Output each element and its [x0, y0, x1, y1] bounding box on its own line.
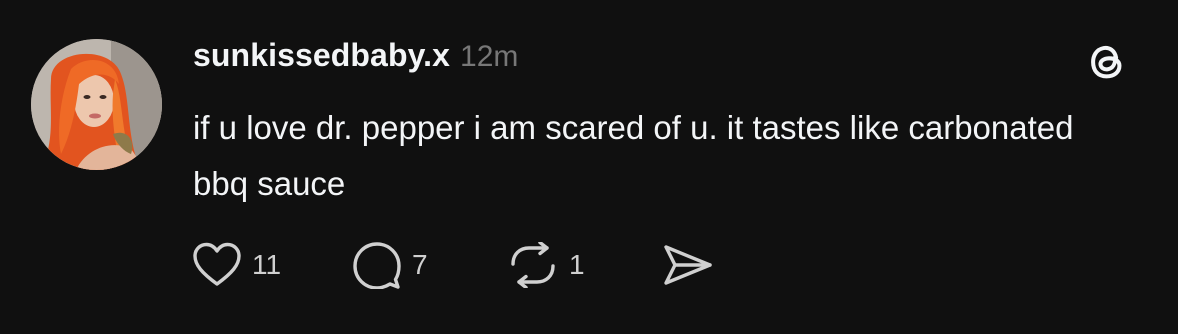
heart-icon: [192, 242, 242, 288]
post-text: if u love dr. pepper i am scared of u. i…: [193, 109, 1074, 202]
share-button[interactable]: [662, 243, 714, 287]
like-button[interactable]: 11: [192, 242, 352, 288]
send-icon: [662, 243, 714, 287]
avatar-image: [31, 39, 162, 170]
reply-button[interactable]: 7: [352, 241, 507, 289]
action-bar: 11 7 1: [192, 240, 714, 290]
thread-post: sunkissedbaby.x 12m if u love dr. pepper…: [0, 0, 1178, 334]
post-header: sunkissedbaby.x 12m: [193, 37, 518, 81]
repost-button[interactable]: 1: [507, 242, 662, 288]
threads-logo-icon: [1084, 38, 1130, 84]
repost-icon: [507, 242, 559, 288]
avatar[interactable]: [31, 39, 162, 170]
username[interactable]: sunkissedbaby.x: [193, 37, 450, 74]
reply-count: 7: [412, 249, 428, 280]
repost-count: 1: [569, 249, 585, 280]
comment-bubble-icon: [352, 241, 402, 289]
like-count: 11: [252, 249, 282, 280]
timestamp: 12m: [460, 40, 519, 73]
